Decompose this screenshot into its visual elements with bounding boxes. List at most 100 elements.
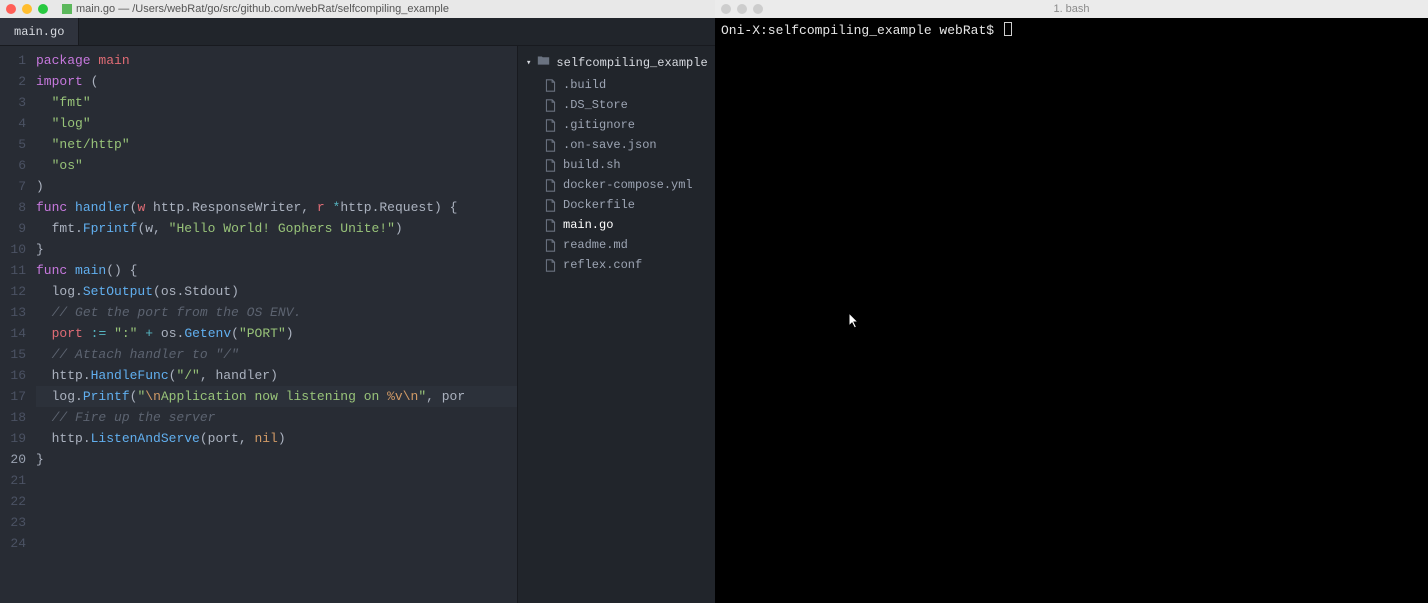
code-content[interactable]: package mainimport ( "fmt" "log" "net/ht… [36,46,517,603]
code-line[interactable]: port := ":" + os.Getenv("PORT") [36,323,517,344]
line-number: 1 [0,50,26,71]
file-type-icon [62,4,72,14]
editor-titlebar: main.go — /Users/webRat/go/src/github.co… [0,0,715,18]
line-number: 8 [0,197,26,218]
tree-file[interactable]: docker-compose.yml [544,175,715,195]
line-number: 5 [0,134,26,155]
code-line[interactable]: "os" [36,155,517,176]
code-line[interactable]: "log" [36,113,517,134]
close-icon[interactable] [6,4,16,14]
line-number: 18 [0,407,26,428]
code-line[interactable]: // Fire up the server [36,407,517,428]
file-icon [544,259,557,272]
code-line[interactable]: } [36,239,517,260]
minimize-icon[interactable] [22,4,32,14]
tree-file-label: .gitignore [563,118,635,132]
line-number: 12 [0,281,26,302]
tree-file-label: .build [563,78,606,92]
tree-file[interactable]: readme.md [544,235,715,255]
code-editor[interactable]: 123456789101112131415161718192021222324 … [0,46,517,603]
chevron-down-icon: ▾ [526,58,531,68]
zoom-icon[interactable] [38,4,48,14]
tree-file[interactable]: build.sh [544,155,715,175]
code-line[interactable]: log.SetOutput(os.Stdout) [36,281,517,302]
tree-file-label: docker-compose.yml [563,178,693,192]
line-number: 19 [0,428,26,449]
code-line[interactable]: func main() { [36,260,517,281]
line-number: 13 [0,302,26,323]
terminal-cursor [1004,22,1012,36]
line-number: 2 [0,71,26,92]
code-line[interactable]: import ( [36,71,517,92]
tree-file-label: build.sh [563,158,621,172]
line-number: 11 [0,260,26,281]
line-number: 17 [0,386,26,407]
tree-file-label: readme.md [563,238,628,252]
code-line[interactable]: fmt.Fprintf(w, "Hello World! Gophers Uni… [36,218,517,239]
code-line[interactable]: http.HandleFunc("/", handler) [36,365,517,386]
line-number: 10 [0,239,26,260]
code-line[interactable]: func handler(w http.ResponseWriter, r *h… [36,197,517,218]
window-title: main.go — /Users/webRat/go/src/github.co… [76,3,449,15]
terminal-titlebar: 1. bash [715,0,1428,18]
tree-file-label: Dockerfile [563,198,635,212]
tree-file[interactable]: reflex.conf [544,255,715,275]
code-line[interactable]: "fmt" [36,92,517,113]
minimize-icon[interactable] [737,4,747,14]
traffic-lights-inactive [721,4,763,14]
tree-file[interactable]: .build [544,75,715,95]
tree-file-label: main.go [563,218,613,232]
tree-file[interactable]: .gitignore [544,115,715,135]
tree-file[interactable]: .on-save.json [544,135,715,155]
file-icon [544,99,557,112]
line-number: 6 [0,155,26,176]
tree-file-label: reflex.conf [563,258,642,272]
code-line[interactable]: package main [36,50,517,71]
line-number: 20 [0,449,26,470]
line-number: 21 [0,470,26,491]
line-number: 7 [0,176,26,197]
zoom-icon[interactable] [753,4,763,14]
code-line[interactable]: // Get the port from the OS ENV. [36,302,517,323]
tree-file-label: .on-save.json [563,138,657,152]
folder-icon [537,54,550,71]
line-number: 24 [0,533,26,554]
file-icon [544,219,557,232]
file-icon [544,179,557,192]
file-icon [544,79,557,92]
tree-file-label: .DS_Store [563,98,628,112]
tree-file[interactable]: .DS_Store [544,95,715,115]
line-number: 14 [0,323,26,344]
terminal-title: 1. bash [1053,3,1089,15]
tree-root-label: selfcompiling_example [556,56,707,70]
file-tree[interactable]: ▾ selfcompiling_example .build .DS_Store.… [517,46,715,603]
close-icon[interactable] [721,4,731,14]
file-icon [544,119,557,132]
line-number: 15 [0,344,26,365]
code-line[interactable]: } [36,449,517,470]
line-number: 23 [0,512,26,533]
code-line[interactable]: log.Printf("\nApplication now listening … [36,386,517,407]
file-icon [544,159,557,172]
tree-root[interactable]: ▾ selfcompiling_example [518,50,715,75]
code-line[interactable]: http.ListenAndServe(port, nil) [36,428,517,449]
line-number: 3 [0,92,26,113]
editor-window: main.go — /Users/webRat/go/src/github.co… [0,0,715,603]
traffic-lights [6,4,48,14]
terminal-prompt: Oni-X:selfcompiling_example webRat$ [721,23,1002,38]
line-number: 16 [0,365,26,386]
tab-main-go[interactable]: main.go [0,18,79,45]
tab-bar: main.go [0,18,715,46]
terminal-window: 1. bash Oni-X:selfcompiling_example webR… [715,0,1428,603]
line-number: 9 [0,218,26,239]
tree-file[interactable]: main.go [544,215,715,235]
file-icon [544,199,557,212]
file-icon [544,239,557,252]
tree-file[interactable]: Dockerfile [544,195,715,215]
line-number: 22 [0,491,26,512]
code-line[interactable]: ) [36,176,517,197]
line-number-gutter: 123456789101112131415161718192021222324 [0,46,36,603]
terminal-body[interactable]: Oni-X:selfcompiling_example webRat$ [715,18,1428,603]
code-line[interactable]: // Attach handler to "/" [36,344,517,365]
code-line[interactable]: "net/http" [36,134,517,155]
